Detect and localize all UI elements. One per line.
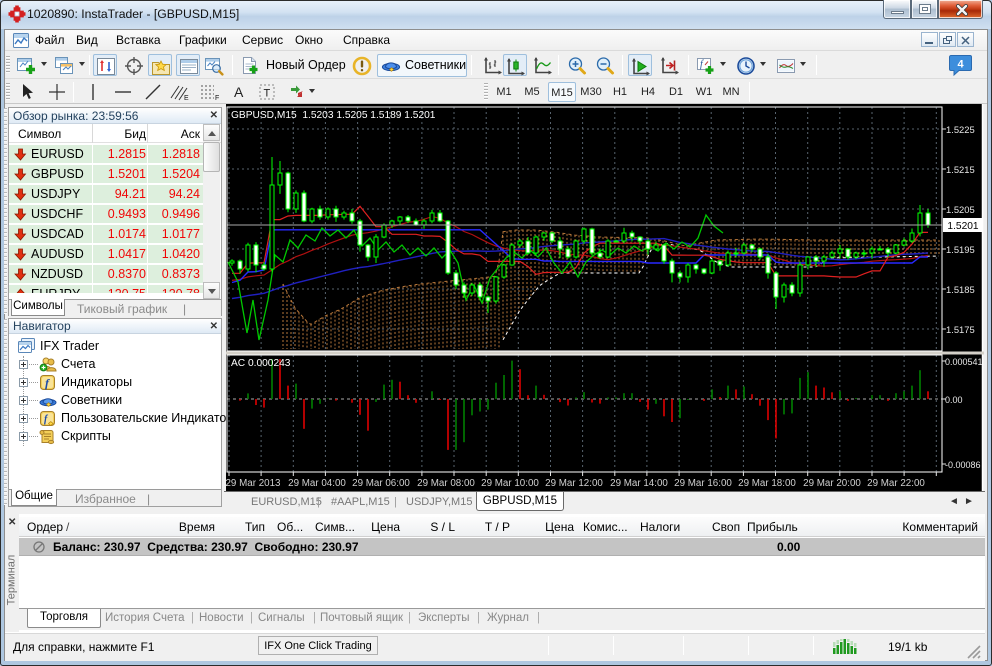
svg-text:T: T bbox=[264, 88, 271, 100]
svg-text:1.5225: 1.5225 bbox=[946, 124, 975, 135]
svg-text:0.00: 0.00 bbox=[945, 395, 963, 405]
svg-text:1.5175: 1.5175 bbox=[946, 324, 975, 335]
svg-text:F: F bbox=[215, 95, 219, 102]
svg-text:29 Mar 22:00: 29 Mar 22:00 bbox=[867, 478, 925, 489]
svg-text:29 Mar 14:00: 29 Mar 14:00 bbox=[610, 478, 668, 489]
svg-text:1.5185: 1.5185 bbox=[946, 284, 975, 295]
svg-text:A: A bbox=[234, 84, 244, 100]
svg-text:GBPUSD,M15 1.5203 1.5205 1.51: GBPUSD,M15 1.5203 1.5205 1.5189 1.5201 bbox=[231, 110, 436, 121]
svg-text:E: E bbox=[184, 95, 189, 102]
svg-text:29 Mar 08:00: 29 Mar 08:00 bbox=[417, 478, 475, 489]
svg-text:4: 4 bbox=[957, 59, 964, 71]
svg-text:1.5201: 1.5201 bbox=[947, 221, 978, 232]
svg-text:29 Mar 20:00: 29 Mar 20:00 bbox=[803, 478, 861, 489]
svg-text:1.5215: 1.5215 bbox=[946, 164, 975, 175]
svg-text:29 Mar 12:00: 29 Mar 12:00 bbox=[545, 478, 603, 489]
svg-text:29 Mar 18:00: 29 Mar 18:00 bbox=[738, 478, 796, 489]
svg-text:29 Mar 04:00: 29 Mar 04:00 bbox=[288, 478, 346, 489]
svg-text:29 Mar 06:00: 29 Mar 06:00 bbox=[352, 478, 410, 489]
svg-text:AC 0.000243: AC 0.000243 bbox=[231, 358, 291, 369]
svg-text:29 Mar 10:00: 29 Mar 10:00 bbox=[481, 478, 539, 489]
svg-text:1.5205: 1.5205 bbox=[946, 204, 975, 215]
svg-text:29 Mar 2013: 29 Mar 2013 bbox=[226, 478, 281, 489]
svg-text:0.000541: 0.000541 bbox=[945, 357, 983, 367]
svg-text:29 Mar 16:00: 29 Mar 16:00 bbox=[674, 478, 732, 489]
svg-text:-0.00086: -0.00086 bbox=[945, 460, 981, 470]
svg-text:1.5195: 1.5195 bbox=[946, 244, 975, 255]
